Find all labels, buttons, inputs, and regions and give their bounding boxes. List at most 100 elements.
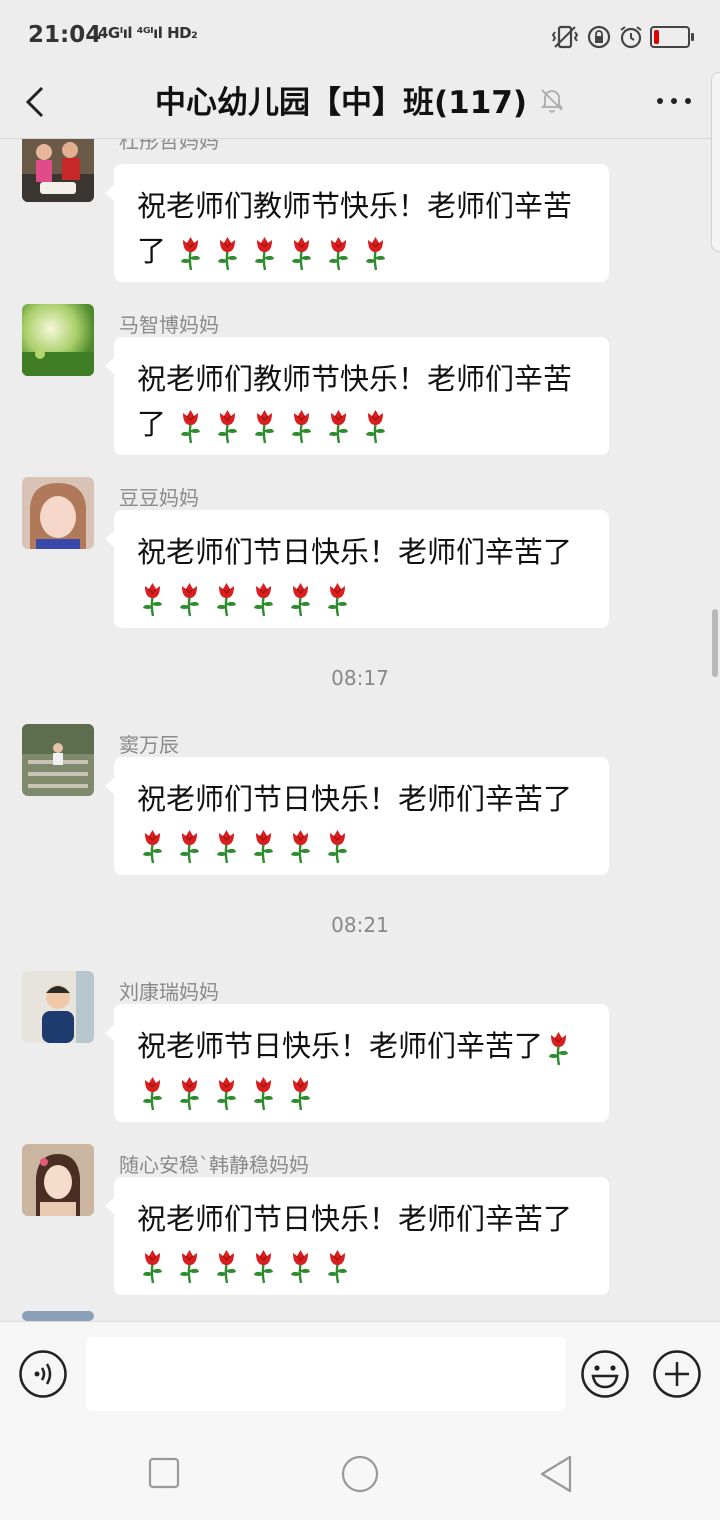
alarm-icon [620, 26, 642, 49]
sender-name: 刘康瑞妈妈 [119, 980, 219, 1004]
avatar[interactable] [22, 304, 94, 376]
rose-icon [181, 237, 201, 271]
sender-name: 窦万辰 [119, 733, 179, 757]
voice-input-icon [19, 1350, 67, 1398]
back-nav-button[interactable] [538, 1454, 574, 1494]
sender-name: 随心安稳`韩静稳妈妈 [119, 1153, 309, 1177]
rose-icon [328, 1250, 347, 1284]
avatar[interactable] [22, 139, 94, 202]
rose-emoji-group [175, 407, 391, 444]
message-bubble[interactable]: 祝老师们教师节快乐！老师们辛苦 了 [105, 337, 609, 455]
page-title: 中心幼儿园【中】班(117) [154, 85, 528, 121]
voice-input-button[interactable] [18, 1349, 68, 1399]
message-bubble[interactable]: 祝老师们节日快乐！老师们辛苦了 [105, 1177, 609, 1295]
home-icon [341, 1455, 379, 1493]
battery-fill [654, 30, 659, 44]
message-line-1: 祝老师们节日快乐！老师们辛苦了 [137, 535, 573, 569]
network-signal-indicator: 4Gᴵıl ⁴ᴳᴵıl HD₂ [98, 24, 198, 42]
message-text: 祝老师们教师节快乐！老师们辛苦 了 [137, 184, 597, 274]
rose-icon [254, 1077, 273, 1111]
battery-low-icon [650, 26, 694, 48]
rose-icon [180, 830, 199, 864]
avatar[interactable] [22, 477, 94, 549]
message-line-1: 祝老师节日快乐！老师们辛苦了 [137, 1029, 544, 1063]
rose-icon [366, 410, 386, 444]
rose-icon [181, 410, 201, 444]
message-bubble[interactable]: 祝老师们教师节快乐！老师们辛苦 了 [105, 164, 609, 282]
plus-icon [653, 1350, 701, 1398]
rose-icon [291, 1077, 310, 1111]
avatar[interactable] [22, 1144, 94, 1216]
message-text: 祝老师们节日快乐！老师们辛苦了 [137, 777, 597, 867]
rose-emoji-group [175, 234, 391, 271]
message-line-2: 了 [137, 234, 167, 268]
emoji-button[interactable] [580, 1349, 630, 1399]
rose-icon [549, 1032, 569, 1066]
message-line-1: 祝老师们教师节快乐！老师们辛苦 [137, 189, 573, 223]
chat-message-list[interactable]: 杜彤哲妈妈 祝老师们教师节快乐！老师们辛苦 了 马智博妈妈 祝老师们教师节快乐！… [0, 139, 720, 1321]
avatar[interactable] [22, 1311, 94, 1321]
rose-emoji-group [543, 1029, 574, 1066]
rose-icon [143, 830, 162, 864]
rose-icon [217, 830, 236, 864]
rose-emoji-group [137, 1247, 353, 1284]
rose-emoji-group [137, 827, 353, 864]
status-time: 21:04 [28, 22, 102, 48]
rose-icon [366, 237, 386, 271]
home-button[interactable] [341, 1455, 379, 1493]
status-bar: 21:04 4Gᴵıl ⁴ᴳᴵıl HD₂ [0, 0, 720, 72]
back-triangle-icon [540, 1455, 572, 1493]
recent-apps-button[interactable] [148, 1457, 180, 1489]
recent-apps-icon [148, 1457, 180, 1489]
message-text: 祝老师们节日快乐！老师们辛苦了 [137, 530, 597, 620]
rose-emoji-group [137, 580, 353, 617]
vibrate-icon [551, 25, 579, 49]
rose-icon [218, 410, 238, 444]
emoji-icon [581, 1350, 629, 1398]
message-bubble[interactable]: 祝老师节日快乐！老师们辛苦了 [105, 1004, 609, 1122]
rose-icon [255, 237, 275, 271]
more-dots-icon [657, 98, 691, 104]
sender-name: 豆豆妈妈 [119, 486, 199, 510]
rose-icon [291, 830, 310, 864]
status-icons [550, 20, 694, 54]
chat-input-bar [0, 1321, 720, 1425]
system-navigation-bar [0, 1424, 720, 1520]
rose-icon [292, 237, 312, 271]
message-bubble[interactable]: 祝老师们节日快乐！老师们辛苦了 [105, 757, 609, 875]
rose-icon [143, 1077, 162, 1111]
timestamp: 08:17 [331, 666, 389, 690]
rose-icon [218, 237, 238, 271]
sender-name: 杜彤哲妈妈 [119, 139, 219, 153]
rose-icon [180, 1077, 199, 1111]
message-line-1: 祝老师们教师节快乐！老师们辛苦 [137, 362, 573, 396]
rose-icon [292, 410, 312, 444]
message-line-2: 了 [137, 407, 167, 441]
more-functions-button[interactable] [652, 1349, 702, 1399]
rose-icon [291, 583, 310, 617]
message-line-1: 祝老师们节日快乐！老师们辛苦了 [137, 1202, 573, 1236]
rose-icon [254, 1250, 273, 1284]
message-text: 祝老师节日快乐！老师们辛苦了 [137, 1024, 597, 1114]
message-text: 祝老师们教师节快乐！老师们辛苦 了 [137, 357, 597, 447]
rose-icon [143, 583, 162, 617]
rose-icon [328, 830, 347, 864]
message-bubble[interactable]: 祝老师们节日快乐！老师们辛苦了 [105, 510, 609, 628]
more-options-button[interactable] [650, 86, 698, 116]
sender-name: 马智博妈妈 [119, 313, 219, 337]
rose-icon [329, 237, 349, 271]
rose-emoji-group [137, 1074, 316, 1111]
rose-icon [217, 1250, 236, 1284]
message-text: 祝老师们节日快乐！老师们辛苦了 [137, 1197, 597, 1287]
message-line-1: 祝老师们节日快乐！老师们辛苦了 [137, 782, 573, 816]
avatar[interactable] [22, 971, 94, 1043]
chat-title-container: 中心幼儿园【中】班(117) [0, 77, 720, 122]
message-input[interactable] [86, 1337, 566, 1411]
chat-header: 中心幼儿园【中】班(117) [0, 72, 720, 139]
rose-icon [255, 410, 275, 444]
rose-icon [180, 1250, 199, 1284]
rose-icon [328, 583, 347, 617]
timestamp: 08:21 [331, 913, 389, 937]
rose-icon [254, 830, 273, 864]
avatar[interactable] [22, 724, 94, 796]
